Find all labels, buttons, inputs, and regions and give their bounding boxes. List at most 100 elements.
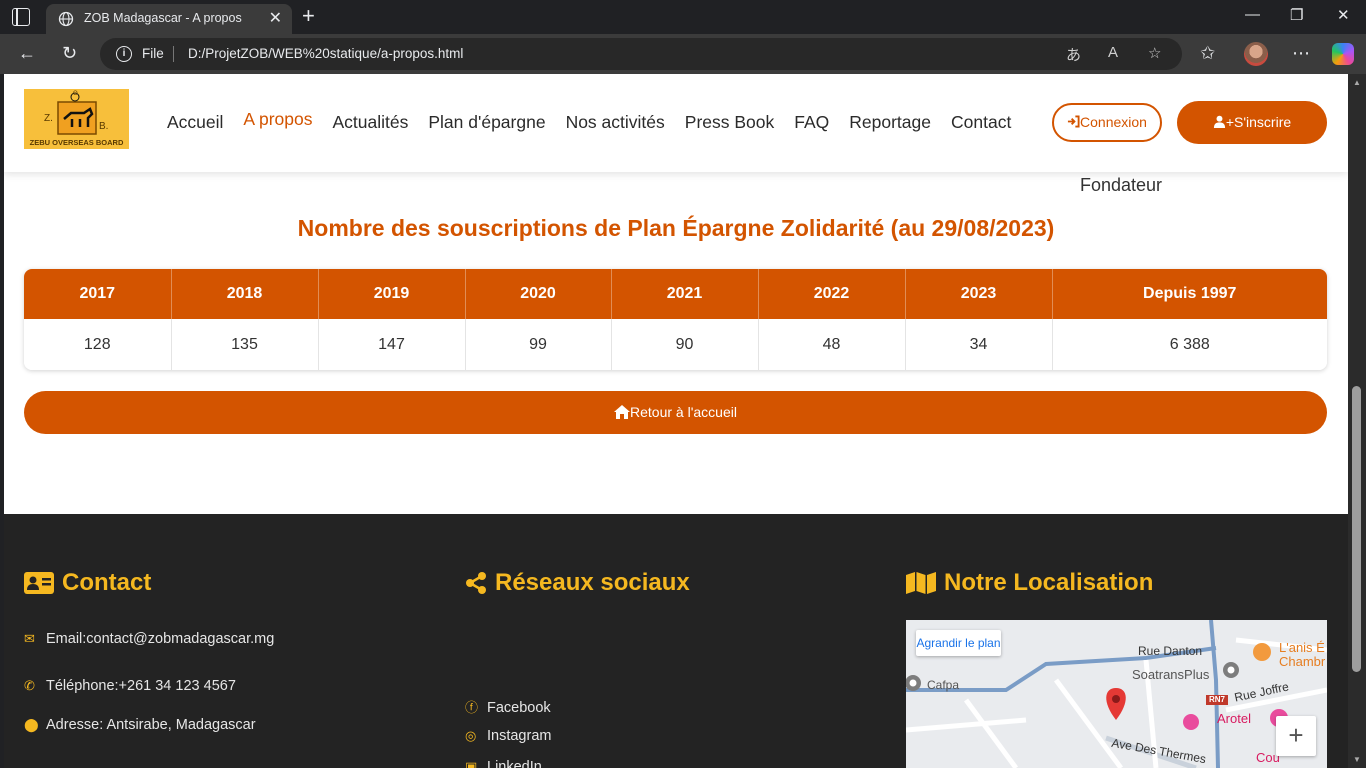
map-zoom-in-button[interactable]: + bbox=[1276, 716, 1316, 756]
nav-contact[interactable]: Contact bbox=[951, 112, 1011, 133]
instagram-icon: ◎ bbox=[465, 728, 477, 743]
enlarge-map-button[interactable]: Agrandir le plan bbox=[916, 630, 1001, 656]
location-title: Notre Localisation bbox=[906, 569, 1153, 597]
back-icon[interactable]: ← bbox=[18, 42, 36, 64]
map-label: Chambr bbox=[1279, 654, 1326, 669]
social-instagram[interactable]: ◎ Instagram bbox=[465, 728, 551, 744]
social-instagram-label: Instagram bbox=[487, 728, 552, 744]
nav-faq[interactable]: FAQ bbox=[794, 112, 829, 133]
social-linkedin[interactable]: ▣ LinkedIn bbox=[465, 759, 542, 768]
address-card-icon bbox=[24, 572, 54, 594]
social-facebook-label: Facebook bbox=[487, 700, 551, 716]
map-label: Arotel bbox=[1217, 711, 1251, 726]
profile-avatar[interactable] bbox=[1244, 42, 1268, 66]
location-title-text: Notre Localisation bbox=[944, 569, 1154, 596]
contact-address: ⬤ Adresse: Antsirabe, Madagascar bbox=[24, 717, 256, 733]
translate-icon[interactable]: あ bbox=[1066, 44, 1081, 65]
minimize-icon[interactable]: — bbox=[1245, 6, 1260, 23]
table-cell: 34 bbox=[905, 319, 1053, 370]
signup-label: +S'inscrire bbox=[1225, 114, 1292, 130]
map-marker-icon: ⬤ bbox=[24, 717, 39, 732]
back-home-label: Retour à l'accueil bbox=[630, 404, 737, 420]
close-window-icon[interactable]: ✕ bbox=[1337, 6, 1350, 24]
table-cell: 99 bbox=[465, 319, 612, 370]
site-logo[interactable]: Z. O B. ZEBU OVERSEAS BOARD bbox=[24, 89, 129, 149]
back-home-button[interactable]: Retour à l'accueil bbox=[24, 391, 1327, 434]
contact-title-text: Contact bbox=[62, 569, 152, 596]
social-linkedin-label: LinkedIn bbox=[487, 759, 542, 768]
table-header: Depuis 1997 bbox=[1052, 269, 1327, 319]
social-facebook[interactable]: ⓕ Facebook bbox=[465, 697, 551, 716]
tab-actions-icon[interactable] bbox=[12, 8, 30, 26]
sign-in-icon bbox=[1067, 115, 1080, 128]
info-icon[interactable]: i bbox=[116, 46, 132, 62]
page-scrollbar[interactable]: ▲ ▼ bbox=[1348, 74, 1366, 768]
restore-icon[interactable]: ❐ bbox=[1290, 6, 1303, 24]
tab-close-icon[interactable]: ✕ bbox=[269, 8, 282, 28]
founder-label: Fondateur bbox=[1080, 175, 1163, 195]
signup-button[interactable]: +S'inscrire bbox=[1177, 101, 1327, 144]
favorites-icon[interactable]: ✩ bbox=[1200, 42, 1215, 64]
map-label: RN7 bbox=[1209, 695, 1226, 704]
more-menu-icon[interactable]: ⋯ bbox=[1292, 42, 1310, 64]
nav-a-propos[interactable]: A propos bbox=[243, 109, 312, 130]
nav-press-book[interactable]: Press Book bbox=[685, 112, 774, 133]
contact-email[interactable]: ✉ Email:contact@zobmadagascar.mg bbox=[24, 631, 274, 647]
map-label: Rue Danton bbox=[1138, 644, 1203, 658]
address-bar[interactable]: i File D:/ProjetZOB/WEB%20statique/a-pro… bbox=[100, 38, 1182, 70]
table-header: 2018 bbox=[171, 269, 319, 319]
scroll-down-icon[interactable]: ▼ bbox=[1353, 755, 1361, 764]
logo-letter-b: B. bbox=[99, 121, 109, 132]
location-map[interactable]: Rue Danton SoatransPlus Cafpa RN7 Rue Jo… bbox=[906, 620, 1327, 768]
social-title-text: Réseaux sociaux bbox=[495, 569, 690, 596]
logo-letter-z: Z. bbox=[44, 113, 53, 124]
contact-title: Contact bbox=[24, 569, 151, 597]
nav-accueil[interactable]: Accueil bbox=[167, 112, 223, 133]
contact-phone-text: Téléphone:+261 34 123 4567 bbox=[46, 678, 236, 694]
logo-letter-o: O bbox=[73, 91, 78, 97]
table-cell: 90 bbox=[611, 319, 759, 370]
subscriptions-table: 2017 2018 2019 2020 2021 2022 2023 Depui… bbox=[24, 269, 1327, 370]
nav-nos-activites[interactable]: Nos activités bbox=[566, 112, 665, 133]
table-header: 2022 bbox=[758, 269, 906, 319]
table-cell: 147 bbox=[318, 319, 466, 370]
nav-actualites[interactable]: Actualités bbox=[333, 112, 409, 133]
table-row: 128 135 147 99 90 48 34 6 388 bbox=[24, 319, 1327, 370]
table-header: 2023 bbox=[905, 269, 1053, 319]
contact-phone[interactable]: ✆ Téléphone:+261 34 123 4567 bbox=[24, 678, 236, 694]
scroll-up-icon[interactable]: ▲ bbox=[1353, 78, 1361, 87]
nav-reportage[interactable]: Reportage bbox=[849, 112, 931, 133]
reload-icon[interactable]: ↻ bbox=[62, 42, 77, 64]
table-cell: 48 bbox=[758, 319, 906, 370]
page-viewport: Z. O B. ZEBU OVERSEAS BOARD Accueil A pr… bbox=[4, 74, 1348, 768]
table-cell: 128 bbox=[24, 319, 172, 370]
table-header: 2020 bbox=[465, 269, 612, 319]
site-header: Z. O B. ZEBU OVERSEAS BOARD Accueil A pr… bbox=[4, 74, 1348, 172]
logo-text: ZEBU OVERSEAS BOARD bbox=[29, 138, 124, 147]
login-button[interactable]: Connexion bbox=[1052, 103, 1162, 142]
new-tab-icon[interactable]: + bbox=[302, 4, 315, 28]
tab-title: ZOB Madagascar - A propos bbox=[84, 11, 242, 25]
url-separator bbox=[173, 46, 174, 62]
table-cell: 135 bbox=[171, 319, 319, 370]
site-footer: Contact ✉ Email:contact@zobmadagascar.mg … bbox=[4, 514, 1348, 768]
social-title: Réseaux sociaux bbox=[465, 569, 690, 597]
table-header-row: 2017 2018 2019 2020 2021 2022 2023 Depui… bbox=[24, 269, 1327, 319]
map-label: L'anis É bbox=[1279, 640, 1325, 655]
table-header: 2021 bbox=[611, 269, 759, 319]
envelope-icon: ✉ bbox=[24, 631, 35, 646]
nav-plan-epargne[interactable]: Plan d'épargne bbox=[428, 112, 545, 133]
login-label: Connexion bbox=[1080, 114, 1147, 130]
browser-tab[interactable]: ZOB Madagascar - A propos ✕ bbox=[46, 4, 292, 34]
read-aloud-icon[interactable]: A bbox=[1108, 44, 1118, 61]
favorite-star-icon[interactable]: ☆ bbox=[1148, 44, 1161, 62]
scroll-thumb[interactable] bbox=[1352, 386, 1361, 672]
globe-icon bbox=[58, 11, 74, 27]
map-icon bbox=[906, 572, 936, 594]
url-text[interactable]: D:/ProjetZOB/WEB%20statique/a-propos.htm… bbox=[188, 46, 463, 61]
subscriptions-title: Nombre des souscriptions de Plan Épargne… bbox=[297, 215, 1055, 241]
phone-icon: ✆ bbox=[24, 678, 35, 693]
table-header: 2017 bbox=[24, 269, 172, 319]
home-icon bbox=[614, 405, 631, 419]
copilot-icon[interactable] bbox=[1332, 43, 1354, 65]
